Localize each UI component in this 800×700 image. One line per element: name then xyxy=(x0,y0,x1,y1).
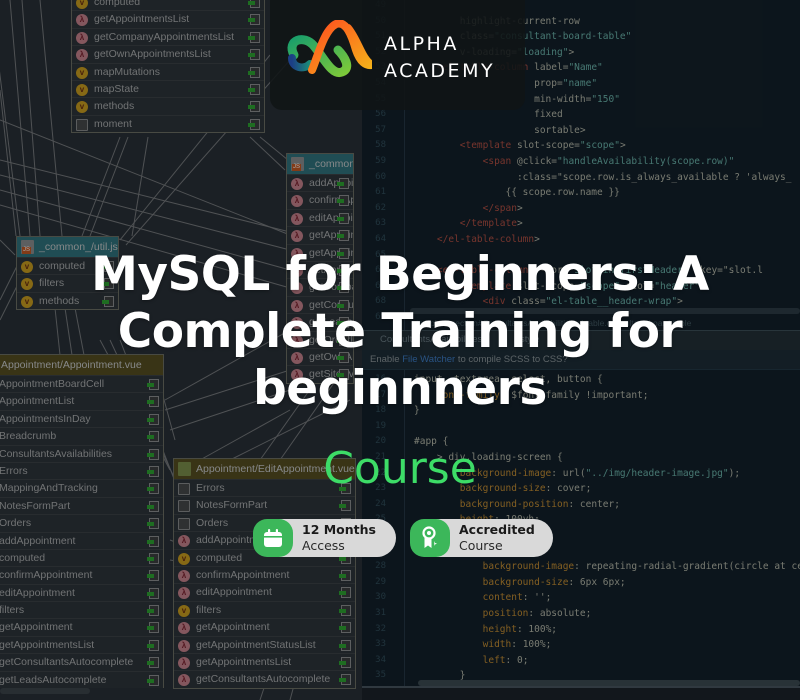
logo-panel: ALPHA ACADEMY xyxy=(270,0,525,110)
badge-access-line1: 12 Months xyxy=(302,522,376,537)
badge-access-duration: 12 Months Access xyxy=(253,519,396,557)
badge-accreditation-line1: Accredited xyxy=(459,522,535,537)
course-title: MySQL for Beginners: A Complete Training… xyxy=(91,247,709,416)
brand-name-line2: ACADEMY xyxy=(384,60,496,82)
alpha-academy-logo-icon xyxy=(287,20,372,77)
course-subtitle: Course xyxy=(323,443,477,494)
badge-access-line2: Access xyxy=(302,538,345,553)
brand-name-line1: ALPHA xyxy=(384,33,459,55)
badge-accreditation-line2: Course xyxy=(459,538,503,553)
award-ribbon-icon xyxy=(410,519,450,557)
brand-name: ALPHA ACADEMY xyxy=(384,31,495,85)
badge-accreditation: Accredited Course xyxy=(410,519,553,557)
calendar-icon xyxy=(253,519,293,557)
